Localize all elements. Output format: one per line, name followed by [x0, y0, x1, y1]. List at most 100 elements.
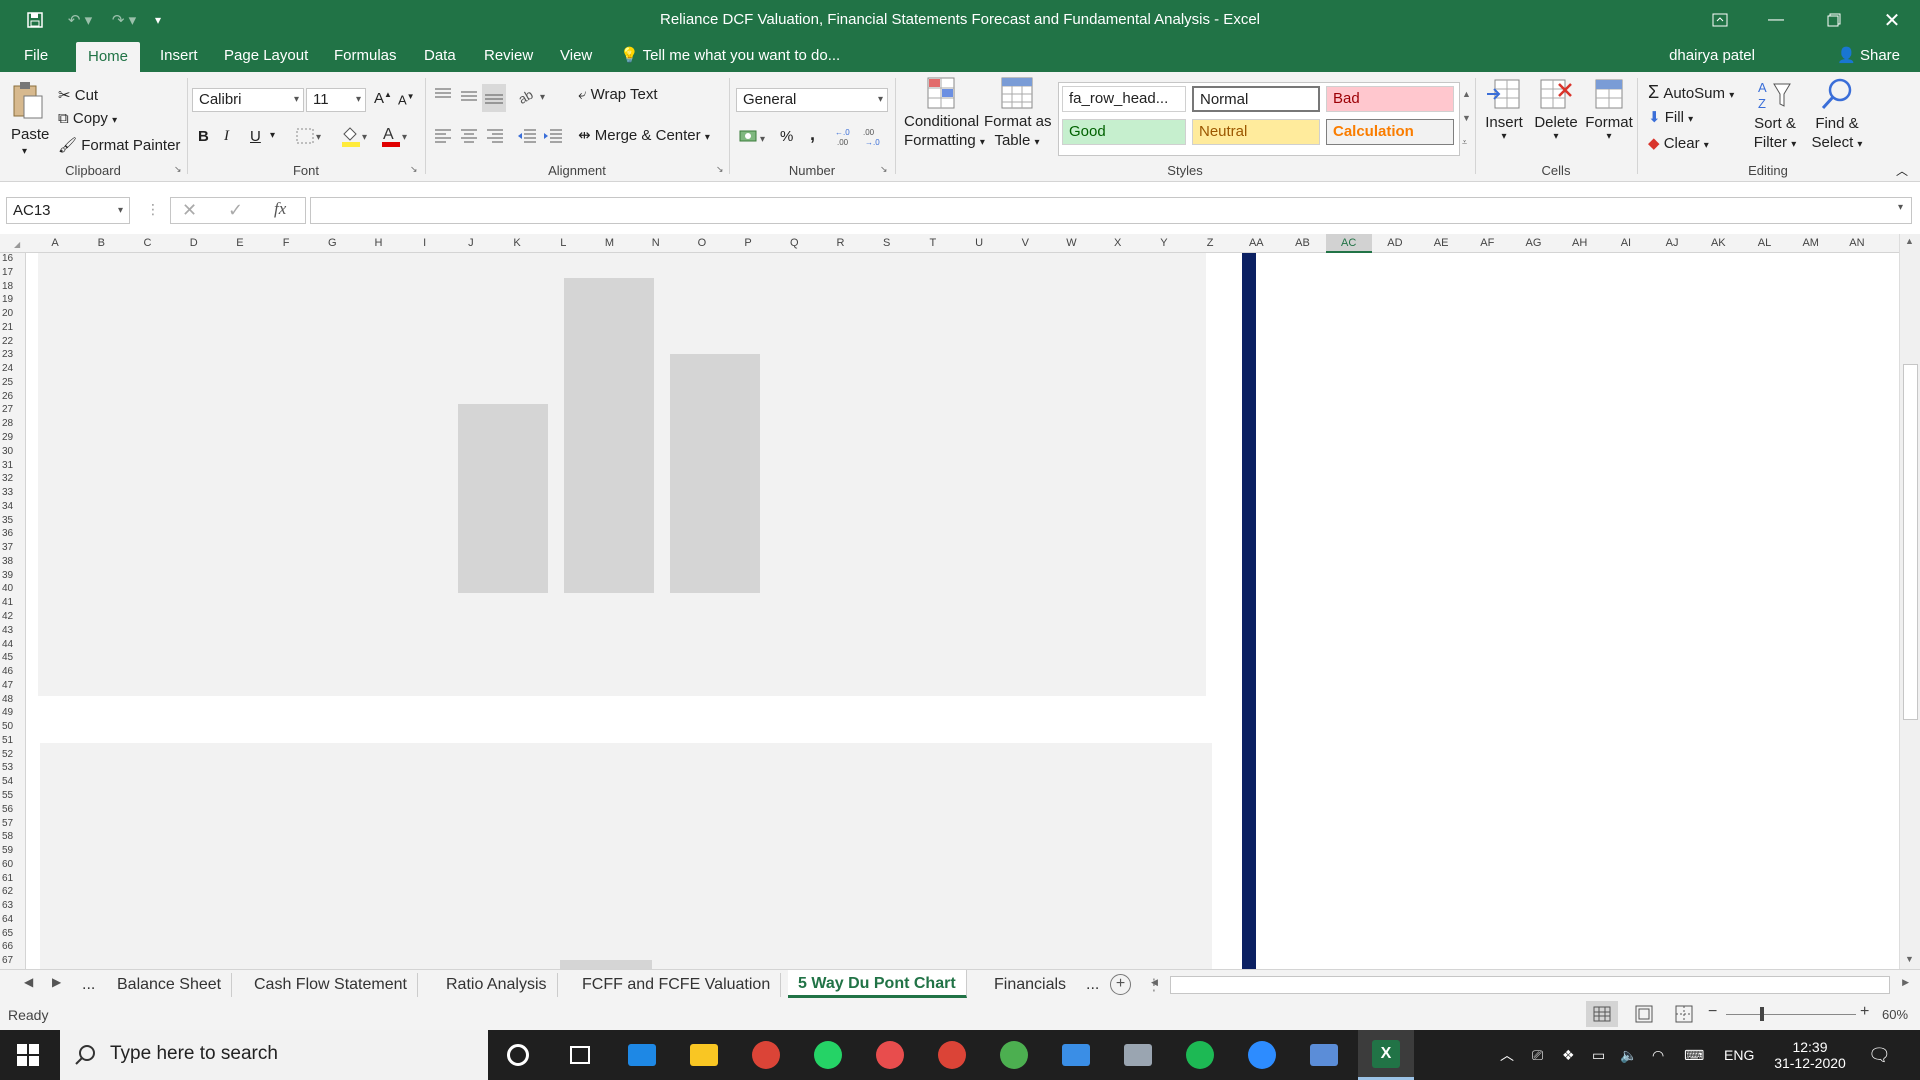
- insert-cells-button[interactable]: Insert ▾: [1482, 76, 1526, 142]
- row-header[interactable]: 20: [2, 308, 13, 319]
- windows-start-icon[interactable]: [16, 1043, 40, 1072]
- task-view-icon[interactable]: [552, 1030, 608, 1080]
- column-header[interactable]: S: [864, 237, 910, 249]
- decrease-decimal-icon[interactable]: .00 →.0: [862, 126, 886, 152]
- row-header[interactable]: 19: [2, 294, 13, 305]
- show-hidden-icons-icon[interactable]: ︿: [1500, 1030, 1514, 1080]
- chart-bar[interactable]: [564, 278, 654, 593]
- zoom-in-icon[interactable]: +: [1860, 1003, 1869, 1021]
- row-header[interactable]: 41: [2, 597, 13, 608]
- style-bad[interactable]: Bad: [1326, 86, 1454, 112]
- zoom-icon[interactable]: [1234, 1030, 1290, 1080]
- chart-bar[interactable]: [560, 960, 652, 969]
- row-header[interactable]: 24: [2, 363, 13, 374]
- taskbar-search[interactable]: Type here to search: [60, 1030, 488, 1080]
- font-family-select[interactable]: Calibri ▾: [192, 88, 304, 112]
- row-header[interactable]: 42: [2, 611, 13, 622]
- scroll-down-icon[interactable]: ▼: [1905, 954, 1914, 964]
- column-header[interactable]: O: [679, 237, 725, 249]
- sheet-tab-fcff-fcfe-valuation[interactable]: FCFF and FCFE Valuation: [572, 973, 782, 997]
- enter-icon[interactable]: ✓: [228, 200, 243, 221]
- column-header[interactable]: AM: [1788, 237, 1834, 249]
- percent-style-button[interactable]: %: [780, 128, 793, 145]
- keyboard-icon[interactable]: ⌨: [1684, 1030, 1704, 1080]
- chrome-profile-icon[interactable]: [924, 1030, 980, 1080]
- share-button[interactable]: 👤 Share: [1837, 40, 1900, 72]
- spotify-icon[interactable]: [1172, 1030, 1228, 1080]
- row-header[interactable]: 32: [2, 473, 13, 484]
- column-header[interactable]: AF: [1464, 237, 1510, 249]
- column-header[interactable]: F: [263, 237, 309, 249]
- column-header[interactable]: D: [171, 237, 217, 249]
- row-header[interactable]: 57: [2, 818, 13, 829]
- column-header[interactable]: AJ: [1649, 237, 1695, 249]
- chart-bar[interactable]: [458, 404, 548, 593]
- column-header[interactable]: G: [309, 237, 355, 249]
- decrease-indent-icon[interactable]: [516, 126, 538, 150]
- find-select-button[interactable]: Find & Select ▾: [1806, 76, 1868, 154]
- row-header[interactable]: 52: [2, 749, 13, 760]
- accounting-format-icon[interactable]: ▾: [738, 126, 770, 152]
- gallery-scroll-icon[interactable]: ▲ ▼ ⩡: [1462, 82, 1471, 154]
- chrome-icon[interactable]: [738, 1030, 794, 1080]
- merge-center-button[interactable]: ⇹ Merge & Center ▾: [578, 126, 710, 144]
- column-header[interactable]: W: [1048, 237, 1094, 249]
- row-header[interactable]: 34: [2, 501, 13, 512]
- italic-button[interactable]: I: [224, 128, 229, 145]
- row-header[interactable]: 59: [2, 845, 13, 856]
- column-header[interactable]: A: [32, 237, 78, 249]
- paste-dropdown-icon[interactable]: ▾: [22, 146, 27, 157]
- row-header[interactable]: 49: [2, 707, 13, 718]
- row-header[interactable]: 54: [2, 776, 13, 787]
- row-header[interactable]: 45: [2, 652, 13, 663]
- scroll-tabs-right-icon[interactable]: ▶: [52, 975, 61, 989]
- vertical-scrollbar[interactable]: ▲ ▼: [1899, 234, 1920, 969]
- format-painter-button[interactable]: 🖌 Format Painter: [58, 136, 180, 154]
- autosum-button[interactable]: Σ AutoSum ▾: [1648, 82, 1734, 103]
- tab-data[interactable]: Data: [412, 40, 468, 72]
- wrap-text-button[interactable]: ⤶ Wrap Text: [578, 86, 658, 103]
- underline-button[interactable]: U: [250, 128, 261, 145]
- horizontal-scrollbar[interactable]: ◀ ▶: [1151, 976, 1909, 994]
- normal-view-icon[interactable]: [1586, 1001, 1618, 1027]
- number-format-select[interactable]: General ▾: [736, 88, 888, 112]
- align-left-icon[interactable]: [432, 126, 454, 150]
- meet-now-icon[interactable]: ⎚: [1532, 1030, 1543, 1080]
- column-header[interactable]: AH: [1557, 237, 1603, 249]
- row-header[interactable]: 53: [2, 762, 13, 773]
- chart-bar[interactable]: [670, 354, 760, 593]
- zoom-out-icon[interactable]: −: [1708, 1003, 1717, 1021]
- row-header[interactable]: 62: [2, 886, 13, 897]
- close-icon[interactable]: ✕: [1864, 0, 1920, 40]
- row-header[interactable]: 66: [2, 941, 13, 952]
- row-header[interactable]: 26: [2, 391, 13, 402]
- chevron-down-icon[interactable]: ▾: [270, 130, 275, 141]
- zoom-slider[interactable]: [1726, 1007, 1856, 1021]
- align-right-icon[interactable]: [484, 126, 506, 150]
- user-name[interactable]: dhairya patel: [1669, 40, 1755, 72]
- row-header[interactable]: 51: [2, 735, 13, 746]
- row-header[interactable]: 40: [2, 583, 13, 594]
- column-header[interactable]: T: [910, 237, 956, 249]
- column-header[interactable]: P: [725, 237, 771, 249]
- clock[interactable]: 12:39 31-12-2020: [1770, 1030, 1850, 1080]
- expand-formula-icon[interactable]: ▾: [1898, 202, 1903, 213]
- column-header[interactable]: B: [78, 237, 124, 249]
- scroll-left-icon[interactable]: ◀: [1151, 977, 1158, 988]
- increase-decimal-icon[interactable]: ←.0.00: [834, 126, 858, 152]
- row-header[interactable]: 22: [2, 336, 13, 347]
- delete-cells-button[interactable]: Delete ▾: [1532, 76, 1580, 142]
- tab-formulas[interactable]: Formulas: [322, 40, 409, 72]
- row-header[interactable]: 37: [2, 542, 13, 553]
- tab-file[interactable]: File: [12, 40, 60, 72]
- formula-input[interactable]: [310, 197, 1912, 224]
- row-header[interactable]: 58: [2, 831, 13, 842]
- tab-insert[interactable]: Insert: [148, 40, 210, 72]
- row-header[interactable]: 23: [2, 349, 13, 360]
- column-header[interactable]: AB: [1279, 237, 1325, 249]
- row-header[interactable]: 36: [2, 528, 13, 539]
- conditional-formatting-button[interactable]: Conditional Formatting ▾: [904, 76, 985, 152]
- column-header[interactable]: L: [540, 237, 586, 249]
- column-header[interactable]: X: [1095, 237, 1141, 249]
- row-header[interactable]: 60: [2, 859, 13, 870]
